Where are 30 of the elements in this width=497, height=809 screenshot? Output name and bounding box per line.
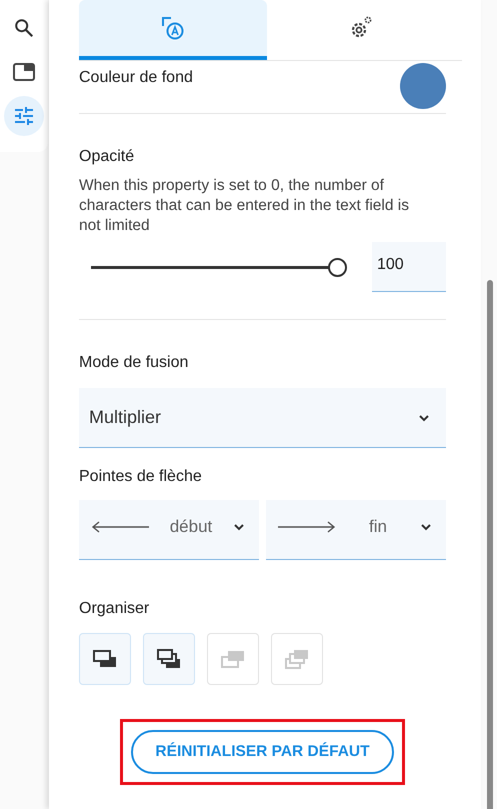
blend-mode-label: Mode de fusion [79,354,188,371]
chevron-icon [420,522,432,530]
right-arrow-icon [278,520,336,532]
blend-mode-dropdown[interactable]: Multiplier [79,388,446,448]
left-arrow-icon [91,520,149,532]
layers-icon [156,648,182,670]
start-arrow-dropdown[interactable]: début [79,500,259,560]
style-tab[interactable] [79,0,267,60]
sliders-button[interactable] [4,96,44,136]
arrowheads-label: Pointes de flèche [79,468,202,485]
opacity-input[interactable]: 100 [372,242,446,292]
sliders-icon [12,104,36,128]
opacity-label: Opacité [79,148,134,165]
background-color-label: Couleur de fond [79,69,193,87]
opacity-hint: When this property is set to 0, the number of characters that can be entered in the text field is not limited [79,176,410,236]
reset-button[interactable]: RÉINITIALISER PAR DÉFAUT [131,730,394,774]
bring-to-front-button[interactable] [143,633,195,685]
text-style-icon [160,15,186,41]
layers-icon [220,649,246,669]
end-arrow-dropdown[interactable]: fin [266,500,446,560]
bring-forward-button[interactable] [79,633,131,685]
color-swatch[interactable] [400,63,446,109]
layers-icon [284,648,310,670]
window-icon [12,61,36,83]
search-icon [13,17,35,39]
chevron-icon [418,414,430,422]
chevron-icon [233,522,245,530]
layers-icon [92,649,118,669]
scrollbar[interactable] [487,280,493,809]
arrange-label: Organiser [79,600,150,617]
